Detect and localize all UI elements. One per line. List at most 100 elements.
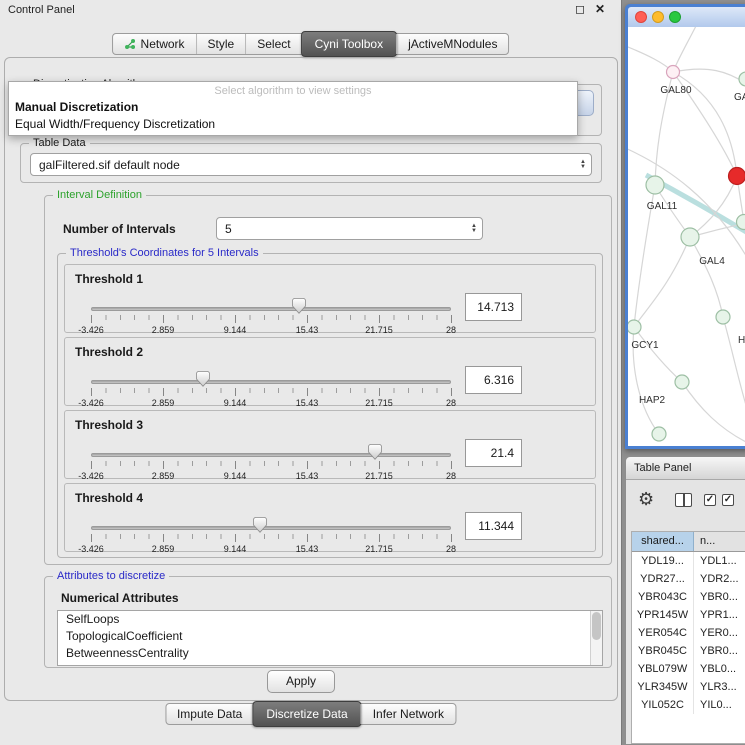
table-row[interactable]: YBR045CYBR0...	[632, 642, 745, 660]
combobox-value: galFiltered.sif default node	[39, 158, 180, 172]
table-row[interactable]: YBL079WYBL0...	[632, 660, 745, 678]
cell-name[interactable]: YBR0...	[694, 588, 745, 606]
node-hap2[interactable]	[675, 375, 689, 389]
apply-button[interactable]: Apply	[267, 670, 335, 693]
cell-name[interactable]: YBL0...	[694, 660, 745, 678]
cell-shared-name[interactable]: YPR145W	[632, 606, 694, 624]
node-gcy1[interactable]	[628, 320, 641, 334]
table-row[interactable]: YIL052CYIL0...	[632, 696, 745, 714]
scale-tick-label: 21.715	[365, 471, 393, 481]
network-nodes	[628, 66, 745, 442]
table-row[interactable]: YER054CYER0...	[632, 624, 745, 642]
tab-network[interactable]: Network	[113, 34, 196, 54]
table-row[interactable]: YLR345WYLR3...	[632, 678, 745, 696]
scale-tick-label: 9.144	[224, 325, 247, 335]
list-item[interactable]: TopologicalCoefficient	[58, 628, 602, 645]
scale-tick-label: 9.144	[224, 398, 247, 408]
list-item[interactable]: SelfLoops	[58, 611, 602, 628]
threshold-value-field[interactable]: 14.713	[465, 293, 522, 321]
cell-shared-name[interactable]: YER054C	[632, 624, 694, 642]
cell-name[interactable]: YDR2...	[694, 570, 745, 588]
cell-name[interactable]: YLR3...	[694, 678, 745, 696]
list-scrollbar[interactable]	[590, 611, 602, 665]
tab-impute-data[interactable]: Impute Data	[166, 704, 253, 724]
node-gal4[interactable]	[681, 228, 699, 246]
node-selected-red[interactable]	[729, 168, 745, 185]
scale-tick-label: 9.144	[224, 471, 247, 481]
threshold-slider[interactable]: -3.426 2.859 9.144 15.43 21.715 28	[91, 299, 451, 333]
number-of-intervals-label: Number of Intervals	[63, 222, 176, 236]
threshold-value-field[interactable]: 11.344	[465, 512, 522, 540]
gear-icon[interactable]: ⚙	[638, 489, 654, 509]
thresholds-group: Threshold's Coordinates for 5 Intervals …	[57, 253, 603, 558]
cell-shared-name[interactable]: YBR045C	[632, 642, 694, 660]
table-data-combobox[interactable]: galFiltered.sif default node ▲▼	[30, 153, 592, 176]
cell-shared-name[interactable]: YLR345W	[632, 678, 694, 696]
column-header-shared-name[interactable]: shared...	[632, 532, 694, 551]
threshold-label: Threshold 2	[75, 345, 143, 359]
restore-icon[interactable]: ◻	[573, 2, 587, 16]
list-item[interactable]: BetweennessCentrality	[58, 645, 602, 662]
threshold-slider[interactable]: -3.426 2.859 9.144 15.43 21.715 28	[91, 518, 451, 552]
scale-tick-label: -3.426	[78, 471, 104, 481]
cell-name[interactable]: YIL0...	[694, 696, 745, 714]
scale-tick-label: 28	[446, 544, 456, 554]
tab-infer-network[interactable]: Infer Network	[361, 704, 455, 724]
zoom-button[interactable]	[669, 11, 681, 23]
cell-name[interactable]: YBR0...	[694, 642, 745, 660]
cell-shared-name[interactable]: YBR043C	[632, 588, 694, 606]
menu-item-manual-discretization[interactable]: Manual Discretization	[15, 100, 138, 114]
scrollbar-thumb[interactable]	[592, 612, 601, 640]
tab-cyni-toolbox[interactable]: Cyni Toolbox	[301, 31, 397, 57]
bottom-tab-bar: Impute Data Discretize Data Infer Networ…	[165, 703, 456, 725]
table-row[interactable]: YDR27...YDR2...	[632, 570, 745, 588]
slider-track[interactable]	[91, 453, 451, 457]
cell-name[interactable]: YPR1...	[694, 606, 745, 624]
cell-shared-name[interactable]: YDL19...	[632, 552, 694, 570]
scale-tick-label: 2.859	[152, 398, 175, 408]
tab-select[interactable]: Select	[245, 34, 301, 54]
tab-discretize-data[interactable]: Discretize Data	[252, 701, 361, 727]
threshold-slider[interactable]: -3.426 2.859 9.144 15.43 21.715 28	[91, 445, 451, 479]
node-gal80[interactable]	[667, 66, 680, 79]
node-gal11[interactable]	[646, 176, 664, 194]
close-icon[interactable]: ✕	[593, 2, 607, 16]
cell-shared-name[interactable]: YDR27...	[632, 570, 694, 588]
network-canvas[interactable]: GAL80 GA GAL11 GAL4 GCY1 H HAP2	[628, 27, 745, 446]
number-of-intervals-combobox[interactable]: 5 ▲▼	[216, 217, 483, 240]
select-all-checkbox-icon[interactable]: ✓	[704, 494, 716, 506]
network-window-titlebar[interactable]	[628, 7, 745, 27]
scale-tick-label: 2.859	[152, 325, 175, 335]
node[interactable]	[716, 310, 730, 324]
node-label: GAL4	[699, 256, 725, 267]
threshold-value-field[interactable]: 21.4	[465, 439, 522, 467]
tab-style[interactable]: Style	[196, 34, 246, 54]
table-row[interactable]: YBR043CYBR0...	[632, 588, 745, 606]
slider-track[interactable]	[91, 307, 451, 311]
minimize-button[interactable]	[652, 11, 664, 23]
close-button[interactable]	[635, 11, 647, 23]
table-panel-titlebar[interactable]: Table Panel	[626, 457, 745, 480]
combobox-arrows-icon[interactable]: ▲▼	[471, 224, 477, 234]
combobox-arrows-icon[interactable]: ▲▼	[580, 160, 586, 170]
column-header-name[interactable]: n...	[694, 532, 745, 551]
menu-item-equal-width-frequency[interactable]: Equal Width/Frequency Discretization	[15, 117, 215, 131]
node[interactable]	[739, 72, 745, 86]
slider-ticks	[91, 315, 451, 323]
slider-track[interactable]	[91, 526, 451, 530]
slider-track[interactable]	[91, 380, 451, 384]
group-title: Attributes to discretize	[53, 570, 169, 582]
tab-jactivemodules[interactable]: jActiveMNodules	[396, 34, 508, 54]
threshold-value-field[interactable]: 6.316	[465, 366, 522, 394]
cell-shared-name[interactable]: YIL052C	[632, 696, 694, 714]
cell-name[interactable]: YER0...	[694, 624, 745, 642]
cell-name[interactable]: YDL1...	[694, 552, 745, 570]
threshold-slider[interactable]: -3.426 2.859 9.144 15.43 21.715 28	[91, 372, 451, 406]
select-none-checkbox-icon[interactable]: ✓	[722, 494, 734, 506]
cell-shared-name[interactable]: YBL079W	[632, 660, 694, 678]
control-panel-window: Control Panel ◻ ✕ Network Style Select C…	[0, 0, 622, 745]
node[interactable]	[652, 427, 666, 441]
column-selector-icon[interactable]	[675, 493, 692, 507]
table-row[interactable]: YDL19...YDL1...	[632, 552, 745, 570]
table-row[interactable]: YPR145WYPR1...	[632, 606, 745, 624]
